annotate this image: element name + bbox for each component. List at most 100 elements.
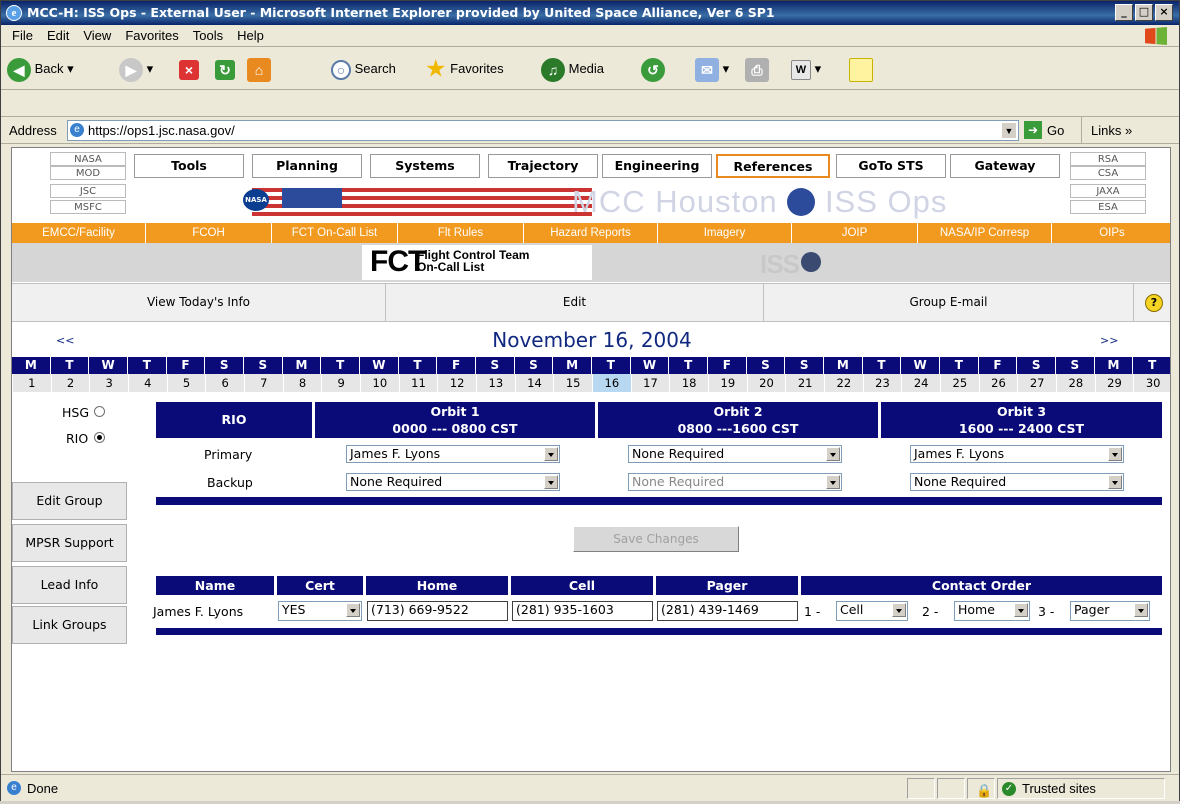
nav-trajectory[interactable]: Trajectory (488, 154, 598, 178)
calendar-day[interactable]: 3 (89, 374, 128, 392)
calendar-day[interactable]: 17 (630, 374, 670, 392)
center-link-esa[interactable]: ESA (1070, 200, 1146, 214)
calendar-day[interactable]: 22 (824, 374, 863, 392)
refresh-button[interactable]: ↻ (215, 56, 235, 82)
nav-references[interactable]: References (716, 154, 830, 178)
backup-orbit-1-select[interactable]: None Required (346, 473, 560, 491)
primary-orbit-1-select[interactable]: James F. Lyons (346, 445, 560, 463)
calendar-day[interactable]: 5 (166, 374, 206, 392)
help-icon[interactable]: ? (1145, 294, 1163, 312)
calendar-day[interactable]: 12 (437, 374, 476, 392)
cert-select[interactable]: YES (278, 601, 362, 621)
nav-engineering[interactable]: Engineering (602, 154, 712, 178)
subnav-hazard-reports[interactable]: Hazard Reports (524, 223, 658, 243)
calendar-day[interactable]: 6 (205, 374, 244, 392)
menu-edit[interactable]: Edit (40, 25, 76, 47)
subnav-nasa-ip-corresp[interactable]: NASA/IP Corresp (918, 223, 1052, 243)
calendar-day[interactable]: 30 (1133, 374, 1170, 392)
subnav-fct-on-call-list[interactable]: FCT On-Call List (272, 223, 398, 243)
stop-button[interactable]: × (179, 56, 199, 82)
minimize-button[interactable]: _ (1115, 4, 1133, 21)
forward-button[interactable]: ▶ ▾ (119, 56, 153, 82)
calendar-day[interactable]: 28 (1056, 374, 1095, 392)
go-arrow-icon[interactable]: ➜ (1024, 121, 1042, 139)
calendar-day[interactable]: 9 (321, 374, 360, 392)
nav-systems[interactable]: Systems (370, 154, 480, 178)
edit-word-button[interactable]: W ▾ (791, 56, 821, 82)
calendar-day[interactable]: 21 (785, 374, 824, 392)
center-link-csa[interactable]: CSA (1070, 166, 1146, 180)
close-button[interactable]: × (1155, 4, 1173, 21)
mpsr-support-button[interactable]: MPSR Support (12, 524, 127, 562)
calendar-day[interactable]: 7 (244, 374, 283, 392)
calendar-day[interactable]: 14 (514, 374, 554, 392)
order-2-select[interactable]: Home (954, 601, 1030, 621)
calendar-day[interactable]: 18 (669, 374, 708, 392)
home-phone-input[interactable]: (713) 669-9522 (367, 601, 508, 621)
center-link-jaxa[interactable]: JAXA (1070, 184, 1146, 198)
pager-input[interactable]: (281) 439-1469 (657, 601, 798, 621)
calendar-day[interactable]: 25 (940, 374, 979, 392)
mail-button[interactable]: ✉ ▾ (695, 56, 729, 82)
lead-info-button[interactable]: Lead Info (12, 566, 127, 604)
calendar-day[interactable]: 24 (901, 374, 940, 392)
calendar-day[interactable]: 29 (1094, 374, 1134, 392)
center-link-rsa[interactable]: RSA (1070, 152, 1146, 166)
menu-tools[interactable]: Tools (186, 25, 230, 47)
search-button[interactable]: ○ Search (331, 56, 396, 82)
calendar-day[interactable]: 1 (12, 374, 51, 392)
calendar-day[interactable]: 10 (360, 374, 399, 392)
menu-favorites[interactable]: Favorites (118, 25, 185, 47)
center-link-mod[interactable]: MOD (50, 166, 126, 180)
nav-planning[interactable]: Planning (252, 154, 362, 178)
back-button[interactable]: ◀ Back ▾ (7, 56, 74, 82)
menu-file[interactable]: File (5, 25, 40, 47)
calendar-day[interactable]: 19 (708, 374, 747, 392)
subnav-emcc-facility[interactable]: EMCC/Facility (12, 223, 146, 243)
calendar-day[interactable]: 15 (553, 374, 592, 392)
primary-orbit-3-select[interactable]: James F. Lyons (910, 445, 1124, 463)
go-button[interactable]: Go (1047, 117, 1064, 144)
calendar-day[interactable]: 27 (1017, 374, 1056, 392)
menu-help[interactable]: Help (230, 25, 271, 47)
maximize-button[interactable]: □ (1135, 4, 1153, 21)
order-1-select[interactable]: Cell (836, 601, 908, 621)
print-button[interactable]: ⎙ (745, 56, 769, 82)
nav-gateway[interactable]: Gateway (950, 154, 1060, 178)
calendar-day[interactable]: 16 (592, 374, 631, 392)
menu-view[interactable]: View (76, 25, 118, 47)
subnav-fcoh[interactable]: FCOH (146, 223, 272, 243)
calendar-day[interactable]: 4 (128, 374, 167, 392)
subnav-flt-rules[interactable]: Flt Rules (398, 223, 524, 243)
center-link-nasa[interactable]: NASA (50, 152, 126, 166)
calendar-day[interactable]: 23 (862, 374, 902, 392)
history-button[interactable]: ↺ (641, 56, 665, 82)
calendar-day[interactable]: 20 (746, 374, 786, 392)
notes-button[interactable] (849, 56, 873, 82)
group-email-link[interactable]: Group E-mail (764, 284, 1134, 321)
address-input[interactable]: e https://ops1.jsc.nasa.gov/ ▼ (67, 120, 1019, 141)
favorites-button[interactable]: ★ Favorites (425, 56, 504, 82)
calendar-day[interactable]: 26 (978, 374, 1018, 392)
edit-group-button[interactable]: Edit Group (12, 482, 127, 520)
center-link-msfc[interactable]: MSFC (50, 200, 126, 214)
subnav-oips[interactable]: OIPs (1052, 223, 1170, 243)
calendar-day[interactable]: 11 (398, 374, 438, 392)
view-todays-info-link[interactable]: View Today's Info (12, 284, 386, 321)
center-link-jsc[interactable]: JSC (50, 184, 126, 198)
order-3-select[interactable]: Pager (1070, 601, 1150, 621)
subnav-joip[interactable]: JOIP (792, 223, 918, 243)
address-dropdown[interactable]: ▼ (1001, 122, 1017, 139)
backup-orbit-3-select[interactable]: None Required (910, 473, 1124, 491)
next-month-link[interactable]: >> (1100, 334, 1118, 347)
cell-phone-input[interactable]: (281) 935-1603 (512, 601, 653, 621)
home-button[interactable]: ⌂ (247, 56, 271, 82)
rio-radio[interactable] (94, 432, 105, 443)
links-button[interactable]: Links » (1091, 117, 1132, 144)
calendar-day[interactable]: 2 (50, 374, 90, 392)
nav-goto-sts[interactable]: GoTo STS (836, 154, 946, 178)
link-groups-button[interactable]: Link Groups (12, 606, 127, 644)
nav-tools[interactable]: Tools (134, 154, 244, 178)
subnav-imagery[interactable]: Imagery (658, 223, 792, 243)
media-button[interactable]: ♫ Media (541, 56, 604, 82)
